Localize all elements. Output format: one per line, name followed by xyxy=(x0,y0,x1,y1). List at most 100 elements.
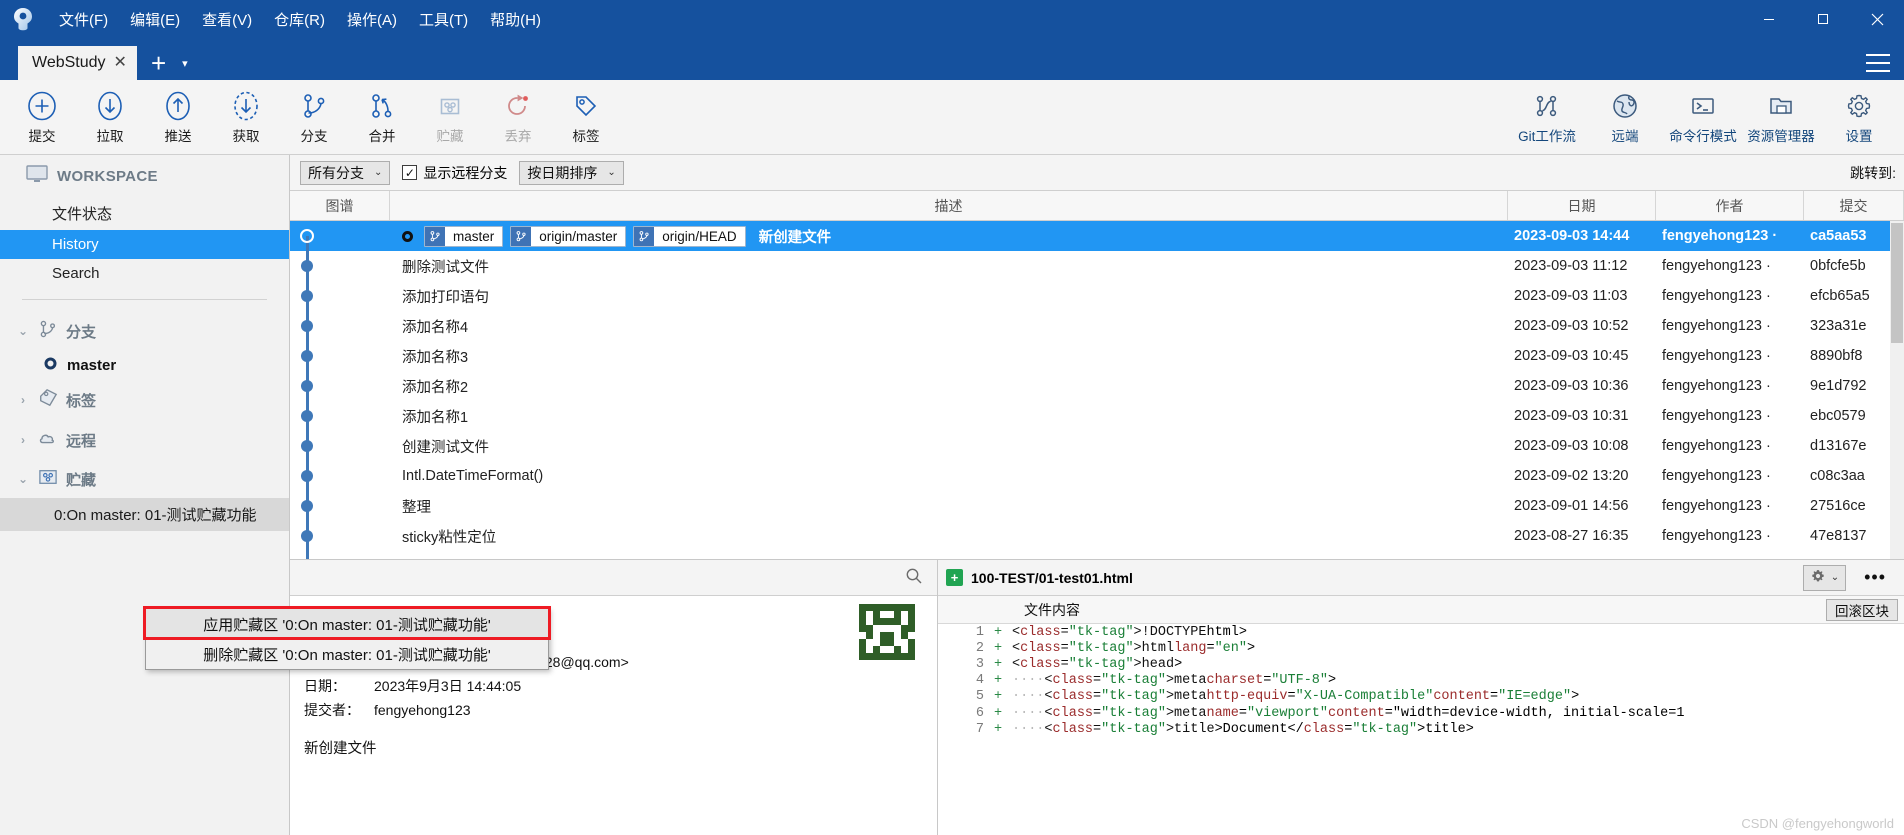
commit-description-text: 添加名称4 xyxy=(402,319,469,336)
diff-content[interactable]: 1 + <class="tk-tag">!DOCTYPE html> 2 + <class… xyxy=(938,624,1904,835)
commit-graph-cell xyxy=(290,371,390,401)
maximize-button[interactable] xyxy=(1796,0,1850,38)
jump-to-label: 跳转到: xyxy=(1850,164,1896,181)
table-row[interactable]: 添加名称3 2023-09-03 10:45 fengyehong123 · 8890… xyxy=(290,341,1904,371)
toolbar-discard-button[interactable]: 丢弃 xyxy=(484,82,552,152)
toolbar-merge-button[interactable]: 合并 xyxy=(348,82,416,152)
branch-badge-label: master xyxy=(453,228,495,244)
context-menu-delete-stash[interactable]: 删除贮藏区 '0:On master: 01-测试贮藏功能' xyxy=(146,639,548,669)
table-row[interactable]: 添加名称2 2023-09-03 10:36 fengyehong123 · 9e1d… xyxy=(290,371,1904,401)
ellipsis-icon[interactable]: ••• xyxy=(1854,567,1896,588)
chevron-down-icon[interactable]: ⌄ xyxy=(16,324,30,338)
diff-line-code: <class="tk-tag">!DOCTYPE xyxy=(1012,624,1207,640)
table-row[interactable]: 添加打印语句 2023-09-03 11:03 fengyehong123 · efc… xyxy=(290,281,1904,311)
toolbar-push-button[interactable]: 推送 xyxy=(144,82,212,152)
close-icon[interactable]: ✕ xyxy=(114,55,127,71)
table-row[interactable]: 删除测试文件 2023-09-03 11:12 fengyehong123 · 0bf… xyxy=(290,251,1904,281)
sidebar-item-search[interactable]: Search xyxy=(0,259,289,288)
branch-filter-dropdown[interactable]: 所有分支 ⌄ xyxy=(300,160,391,185)
sidebar-group-branches[interactable]: ⌄ 分支 xyxy=(0,311,289,351)
table-row[interactable]: sticky粘性定位 2023-08-27 16:35 fengyehong123 … xyxy=(290,521,1904,551)
menu-repository[interactable]: 仓库(R) xyxy=(263,4,336,35)
column-header-date[interactable]: 日期 xyxy=(1508,191,1656,220)
branch-ref-badge[interactable]: origin/HEAD xyxy=(633,225,746,247)
diff-settings-button[interactable]: ⌄ xyxy=(1802,564,1847,591)
menu-tools[interactable]: 工具(T) xyxy=(408,4,479,35)
toolbar-branch-label: 分支 xyxy=(300,128,328,144)
close-button[interactable] xyxy=(1850,0,1904,38)
diff-line-number: 4 xyxy=(975,673,984,689)
column-header-author[interactable]: 作者 xyxy=(1656,191,1804,220)
sidebar-group-stashes[interactable]: ⌄ 贮藏 xyxy=(0,460,289,498)
graph-node xyxy=(301,380,313,392)
menu-help[interactable]: 帮助(H) xyxy=(479,4,552,35)
toolbar-explorer-button[interactable]: 资源管理器 xyxy=(1742,82,1820,152)
toolbar-settings-label: 设置 xyxy=(1845,128,1873,144)
toolbar-terminal-button[interactable]: 命令行模式 xyxy=(1664,82,1742,152)
menu-view[interactable]: 查看(V) xyxy=(191,4,263,35)
toolbar-settings-button[interactable]: 设置 xyxy=(1820,82,1898,152)
commit-date-cell: 2023-09-03 10:08 xyxy=(1514,438,1629,454)
menu-edit[interactable]: 编辑(E) xyxy=(119,4,191,35)
diff-line: 4 + ····<class="tk-tag">meta charset = "UTF-… xyxy=(938,673,1904,689)
minimize-button[interactable] xyxy=(1742,0,1796,38)
toolbar-tag-button[interactable]: 标签 xyxy=(552,82,620,152)
show-remote-branches-checkbox[interactable]: ✓ 显示远程分支 xyxy=(402,163,507,183)
toolbar-pull-button[interactable]: 拉取 xyxy=(76,82,144,152)
history-list[interactable]: master origin/master origin/HEAD 新创建文件 2023-… xyxy=(290,221,1904,559)
search-icon[interactable] xyxy=(905,567,923,588)
hamburger-icon[interactable] xyxy=(1866,54,1890,72)
commit-graph-cell xyxy=(290,221,390,251)
chevron-right-icon[interactable]: › xyxy=(16,433,30,447)
add-tab-button[interactable]: + xyxy=(137,50,176,80)
commit-author-cell: fengyehong123 · xyxy=(1662,288,1771,304)
table-row[interactable]: master origin/master origin/HEAD 新创建文件 2023-… xyxy=(290,221,1904,251)
toolbar-fetch-button[interactable]: 获取 xyxy=(212,82,280,152)
commit-description-cell: checked伪类 xyxy=(390,556,1508,560)
commit-description-cell: master origin/master origin/HEAD 新创建文件 xyxy=(390,225,1508,247)
main-body: WORKSPACE 文件状态 History Search ⌄ 分支 maste… xyxy=(0,155,1904,835)
toolbar-tag-label: 标签 xyxy=(572,128,600,144)
stash-context-menu[interactable]: 应用贮藏区 '0:On master: 01-测试贮藏功能' 删除贮藏区 '0:… xyxy=(145,608,549,670)
toolbar-remote-button[interactable]: 远端 xyxy=(1586,82,1664,152)
diff-file-chip[interactable]: + 100-TEST/01-test01.html xyxy=(946,569,1133,586)
context-menu-apply-stash[interactable]: 应用贮藏区 '0:On master: 01-测试贮藏功能' xyxy=(146,609,548,639)
history-scrollbar[interactable] xyxy=(1890,221,1904,559)
column-header-graph[interactable]: 图谱 xyxy=(290,191,390,220)
column-header-description[interactable]: 描述 xyxy=(390,191,1508,220)
toolbar-branch-button[interactable]: 分支 xyxy=(280,82,348,152)
toolbar-stash-button[interactable]: 贮藏 xyxy=(416,82,484,152)
toolbar-gitflow-button[interactable]: Git工作流 xyxy=(1508,82,1586,152)
diff-panel: + 100-TEST/01-test01.html ⌄ ••• 文件内容 回滚区… xyxy=(938,560,1904,835)
scrollbar-thumb[interactable] xyxy=(1891,223,1903,343)
chevron-down-icon[interactable]: ▾ xyxy=(176,57,198,80)
rollback-hunk-button[interactable]: 回滚区块 xyxy=(1826,598,1898,621)
toolbar-commit-button[interactable]: 提交 xyxy=(8,82,76,152)
branch-ref-badge[interactable]: master xyxy=(424,225,504,247)
branch-ref-badge[interactable]: origin/master xyxy=(510,225,627,247)
sidebar-group-tags[interactable]: › 标签 xyxy=(0,380,289,420)
table-row[interactable]: Intl.DateTimeFormat() 2023-09-02 13:20 fen… xyxy=(290,461,1904,491)
table-row[interactable]: 添加名称1 2023-09-03 10:31 fengyehong123 · ebc0… xyxy=(290,401,1904,431)
sidebar-branch-master[interactable]: master xyxy=(0,351,289,380)
sidebar-item-history[interactable]: History xyxy=(0,230,289,259)
commit-graph-cell xyxy=(290,491,390,521)
table-row[interactable]: 添加名称4 2023-09-03 10:52 fengyehong123 · 323a… xyxy=(290,311,1904,341)
chevron-down-icon[interactable]: ⌄ xyxy=(16,472,30,486)
sidebar-group-remotes[interactable]: › 远程 xyxy=(0,420,289,460)
column-header-commit[interactable]: 提交 xyxy=(1804,191,1904,220)
menu-actions[interactable]: 操作(A) xyxy=(336,4,408,35)
sidebar-stash-item[interactable]: 0:On master: 01-测试贮藏功能 xyxy=(0,498,289,531)
sort-order-dropdown[interactable]: 按日期排序 ⌄ xyxy=(519,160,624,185)
sidebar-item-file-status[interactable]: 文件状态 xyxy=(0,197,289,230)
chevron-right-icon[interactable]: › xyxy=(16,393,30,407)
commit-graph-cell xyxy=(290,461,390,491)
branch-dot-icon xyxy=(44,357,57,374)
sidebar-group-branches-label: 分支 xyxy=(66,323,97,341)
menu-file[interactable]: 文件(F) xyxy=(48,4,119,35)
tab-webstudy[interactable]: WebStudy ✕ xyxy=(18,46,137,80)
table-row[interactable]: 创建测试文件 2023-09-03 10:08 fengyehong123 · d13… xyxy=(290,431,1904,461)
table-row[interactable]: checked伪类 2023-08-27 16:34fengyehong123 ·… xyxy=(290,551,1904,559)
table-row[interactable]: 整理 2023-09-01 14:56 fengyehong123 · 27516ce xyxy=(290,491,1904,521)
terminal-icon xyxy=(1688,90,1718,122)
